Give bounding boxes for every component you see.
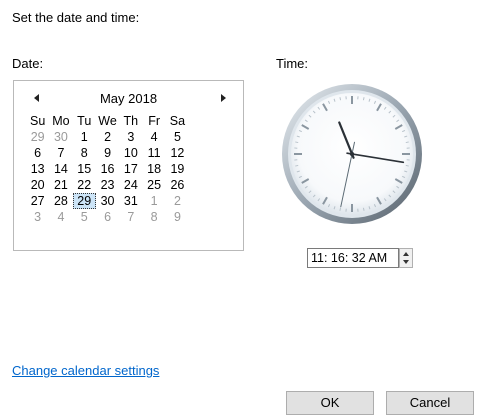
calendar-day[interactable]: 12 bbox=[166, 145, 189, 161]
calendar-day[interactable]: 28 bbox=[49, 193, 72, 209]
time-spin-down-button[interactable] bbox=[400, 258, 412, 267]
minute-tick bbox=[362, 207, 365, 211]
weekday-label: Su bbox=[30, 114, 46, 128]
calendar-grid: Su Mo Tu We Th Fr Sa 29 30 1 2 3 4 5 6 7 8 9 10 11 12 13 14 15 1… bbox=[26, 113, 236, 225]
calendar-day[interactable]: 6 bbox=[96, 209, 119, 225]
time-label: Time: bbox=[276, 56, 309, 71]
time-spinner[interactable] bbox=[399, 248, 413, 268]
calendar-day[interactable]: 1 bbox=[73, 129, 96, 145]
calendar-day[interactable]: 27 bbox=[26, 193, 49, 209]
calendar-day[interactable]: 20 bbox=[26, 177, 49, 193]
weekday-label: Sa bbox=[169, 114, 186, 128]
calendar-day[interactable]: 25 bbox=[142, 177, 165, 193]
weekday-label: Th bbox=[123, 114, 139, 128]
calendar-day[interactable]: 2 bbox=[166, 193, 189, 209]
calendar-day[interactable]: 19 bbox=[166, 161, 189, 177]
calendar: May 2018 Su Mo Tu We Th Fr Sa 29 30 1 2 3 4 5 6 7 8 9 10 11… bbox=[13, 80, 244, 251]
calendar-week-row: 6 7 8 9 10 11 12 bbox=[26, 145, 236, 161]
calendar-day[interactable]: 18 bbox=[142, 161, 165, 177]
calendar-day[interactable]: 7 bbox=[119, 209, 142, 225]
calendar-day[interactable]: 6 bbox=[26, 145, 49, 161]
date-label: Date: bbox=[12, 56, 44, 71]
minute-tick bbox=[339, 97, 342, 101]
calendar-day[interactable]: 11 bbox=[142, 145, 165, 161]
calendar-day[interactable]: 8 bbox=[142, 209, 165, 225]
calendar-day[interactable]: 24 bbox=[119, 177, 142, 193]
next-month-button[interactable] bbox=[217, 91, 231, 105]
calendar-day[interactable]: 17 bbox=[119, 161, 142, 177]
month-title[interactable]: May 2018 bbox=[100, 91, 157, 106]
calendar-header: May 2018 bbox=[14, 89, 243, 109]
minute-tick bbox=[405, 141, 409, 144]
calendar-day[interactable]: 2 bbox=[96, 129, 119, 145]
change-calendar-settings-link[interactable]: Change calendar settings bbox=[12, 363, 159, 378]
calendar-day[interactable]: 16 bbox=[96, 161, 119, 177]
calendar-day[interactable]: 30 bbox=[49, 129, 72, 145]
calendar-day[interactable]: 1 bbox=[142, 193, 165, 209]
calendar-day[interactable]: 13 bbox=[26, 161, 49, 177]
calendar-day[interactable]: 8 bbox=[73, 145, 96, 161]
dialog-heading: Set the date and time: bbox=[12, 10, 140, 25]
cancel-button[interactable]: Cancel bbox=[386, 391, 474, 415]
weekday-header-row: Su Mo Tu We Th Fr Sa bbox=[26, 113, 236, 129]
calendar-week-row: 13 14 15 16 17 18 19 bbox=[26, 161, 236, 177]
calendar-day[interactable]: 3 bbox=[119, 129, 142, 145]
weekday-label: We bbox=[98, 114, 117, 128]
calendar-week-row: 3456789 bbox=[26, 209, 236, 225]
calendar-week-row: 27 28 29 30 31 1 2 bbox=[26, 193, 236, 209]
calendar-day-selected[interactable]: 29 bbox=[72, 193, 96, 209]
calendar-day[interactable]: 3 bbox=[26, 209, 49, 225]
time-input[interactable]: 11: 16: 32 AM bbox=[307, 248, 399, 268]
minute-tick bbox=[295, 164, 299, 167]
calendar-week-row: 20 21 22 23 24 25 26 bbox=[26, 177, 236, 193]
calendar-day[interactable]: 5 bbox=[73, 209, 96, 225]
arrow-right-icon bbox=[221, 94, 226, 102]
caret-up-icon bbox=[403, 252, 409, 256]
weekday-label: Mo bbox=[52, 114, 70, 128]
calendar-day[interactable]: 4 bbox=[142, 129, 165, 145]
calendar-day[interactable]: 7 bbox=[49, 145, 72, 161]
minute-tick bbox=[362, 97, 365, 101]
weekday-label: Tu bbox=[77, 114, 92, 128]
time-spin-up-button[interactable] bbox=[400, 249, 412, 258]
calendar-day[interactable]: 10 bbox=[119, 145, 142, 161]
calendar-day[interactable]: 26 bbox=[166, 177, 189, 193]
minute-tick bbox=[339, 207, 342, 211]
caret-down-icon bbox=[403, 260, 409, 264]
analog-clock bbox=[282, 84, 422, 224]
calendar-day[interactable]: 31 bbox=[119, 193, 142, 209]
calendar-week-row: 29 30 1 2 3 4 5 bbox=[26, 129, 236, 145]
calendar-day[interactable]: 4 bbox=[49, 209, 72, 225]
calendar-day[interactable]: 29 bbox=[26, 129, 49, 145]
calendar-day[interactable]: 22 bbox=[73, 177, 96, 193]
calendar-day[interactable]: 15 bbox=[73, 161, 96, 177]
calendar-day[interactable]: 9 bbox=[166, 209, 189, 225]
calendar-day[interactable]: 23 bbox=[96, 177, 119, 193]
calendar-day[interactable]: 14 bbox=[49, 161, 72, 177]
calendar-day[interactable]: 5 bbox=[166, 129, 189, 145]
ok-button[interactable]: OK bbox=[286, 391, 374, 415]
minute-tick bbox=[405, 164, 409, 167]
calendar-day[interactable]: 9 bbox=[96, 145, 119, 161]
minute-tick bbox=[295, 141, 299, 144]
weekday-label: Fr bbox=[148, 114, 161, 128]
calendar-day[interactable]: 30 bbox=[96, 193, 119, 209]
calendar-day[interactable]: 21 bbox=[49, 177, 72, 193]
clock-center bbox=[349, 151, 355, 157]
